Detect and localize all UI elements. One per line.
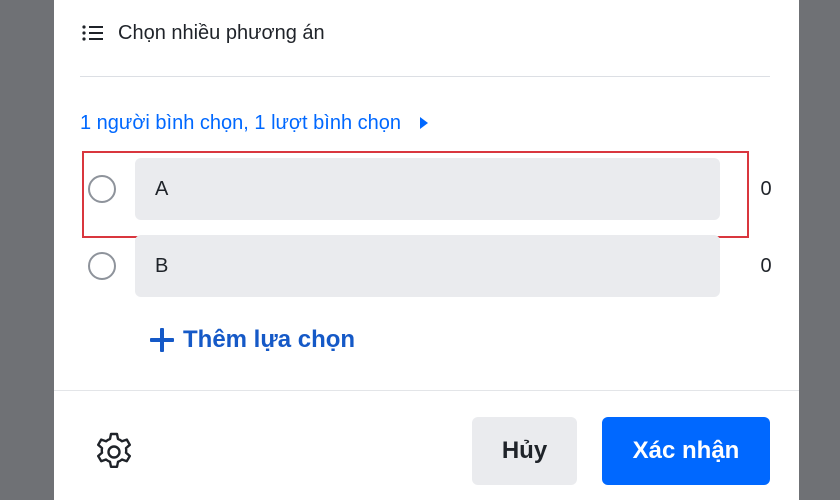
option-vote-count: 0 (760, 254, 772, 277)
option-radio[interactable] (88, 252, 116, 280)
poll-option-row: A 0 (80, 158, 780, 220)
poll-dialog: Chọn nhiều phương án 1 người bình chọn, … (54, 0, 799, 500)
footer-divider (54, 390, 799, 391)
list-icon (82, 25, 103, 41)
caret-right-icon (420, 117, 428, 129)
option-input[interactable]: B (135, 235, 720, 297)
option-label: A (155, 177, 169, 200)
plus-icon (150, 328, 174, 352)
add-option-button[interactable]: Thêm lựa chọn (149, 320, 355, 360)
confirm-button[interactable]: Xác nhận (602, 417, 770, 485)
gear-icon (97, 432, 131, 468)
poll-mode-label: Chọn nhiều phương án (118, 21, 325, 44)
divider (80, 76, 770, 77)
cancel-button[interactable]: Hủy (472, 417, 577, 485)
option-label: B (155, 254, 169, 277)
settings-button[interactable] (92, 430, 136, 474)
option-radio[interactable] (88, 175, 116, 203)
option-input[interactable]: A (135, 158, 720, 220)
poll-option-row: B 0 (80, 235, 780, 297)
poll-mode-header: Chọn nhiều phương án (82, 18, 325, 48)
option-vote-count: 0 (760, 177, 772, 200)
voters-summary-text: 1 người bình chọn, 1 lượt bình chọn (80, 111, 401, 134)
voters-summary-link[interactable]: 1 người bình chọn, 1 lượt bình chọn (80, 108, 429, 138)
add-option-label: Thêm lựa chọn (183, 326, 356, 353)
